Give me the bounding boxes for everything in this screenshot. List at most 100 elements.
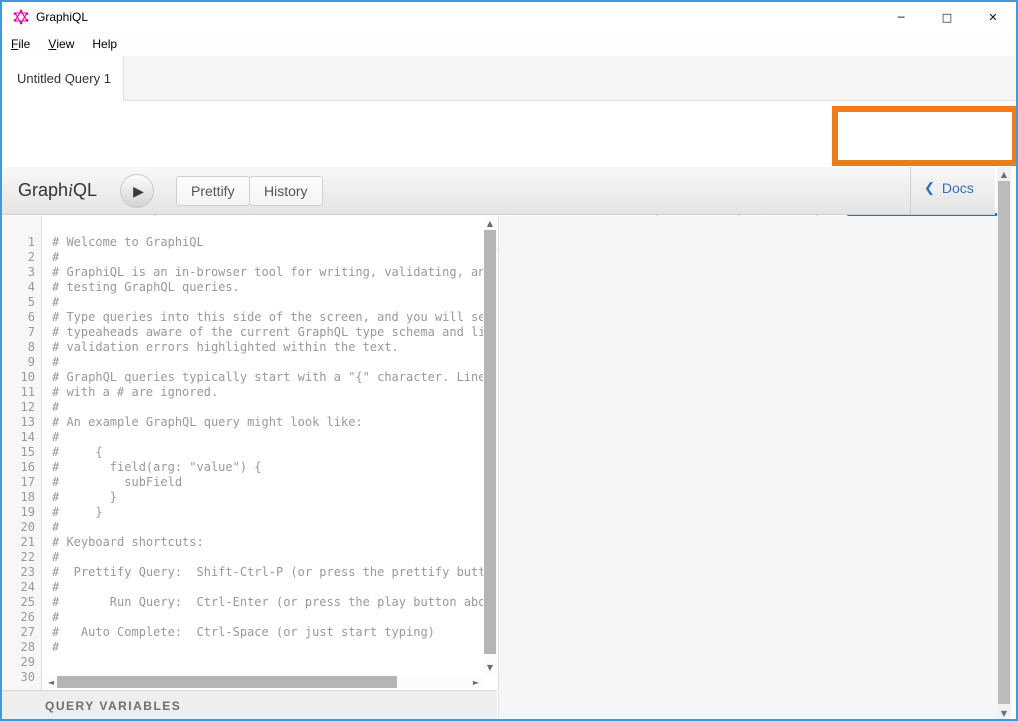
editor-line-number: 10: [2, 370, 35, 385]
close-button[interactable]: ✕: [970, 2, 1016, 32]
editor-line: #: [52, 250, 483, 265]
editor-line: # validation errors highlighted within t…: [52, 340, 483, 355]
editor-line: #: [52, 610, 483, 625]
menu-file[interactable]: File: [2, 32, 39, 56]
history-button[interactable]: History: [249, 176, 323, 206]
editor-line: #: [52, 640, 483, 655]
editor-line-number: 22: [2, 550, 35, 565]
execute-query-button[interactable]: ▶: [120, 174, 154, 208]
query-editor-code[interactable]: # Welcome to GraphiQL## GraphiQL is an i…: [52, 235, 483, 690]
graphql-logo-icon: [13, 9, 29, 25]
editor-line-number: 18: [2, 490, 35, 505]
minimize-button[interactable]: ─: [878, 2, 924, 32]
prettify-button[interactable]: Prettify: [176, 176, 250, 206]
result-pane: [498, 216, 997, 721]
scroll-left-icon[interactable]: ◄: [44, 678, 58, 687]
menu-help[interactable]: Help: [83, 32, 126, 56]
main-vertical-scrollbar[interactable]: ▲ ▼: [997, 167, 1011, 721]
editor-line-number: 6: [2, 310, 35, 325]
editor-line-number: 24: [2, 580, 35, 595]
editor-line: # with a # are ignored.: [52, 385, 483, 400]
chevron-left-icon: ❮: [924, 180, 935, 196]
query-editor-pane[interactable]: 1234567891011121314151617181920212223242…: [2, 216, 497, 721]
editor-line: #: [52, 295, 483, 310]
editor-hscroll-thumb[interactable]: [57, 676, 397, 688]
editor-line-number: 17: [2, 475, 35, 490]
window-title: GraphiQL: [36, 10, 88, 24]
editor-line-number: 29: [2, 655, 35, 670]
editor-line: # testing GraphQL queries.: [52, 280, 483, 295]
editor-line-number: 14: [2, 430, 35, 445]
scroll-down-icon[interactable]: ▼: [483, 663, 497, 672]
editor-line: #: [52, 355, 483, 370]
editor-line: # field(arg: "value") {: [52, 460, 483, 475]
editor-line-number: 2: [2, 250, 35, 265]
editor-line-number: 28: [2, 640, 35, 655]
editor-line: # Prettify Query: Shift-Ctrl-P (or press…: [52, 565, 483, 580]
editor-line-number: 5: [2, 295, 35, 310]
editor-line-number: 27: [2, 625, 35, 640]
query-variables-header[interactable]: QUERY VARIABLES: [2, 690, 497, 721]
editor-line: # typeaheads aware of the current GraphQ…: [52, 325, 483, 340]
editor-line: #: [52, 400, 483, 415]
line-number-gutter: 1234567891011121314151617181920212223242…: [2, 216, 42, 690]
editor-line: # An example GraphQL query might look li…: [52, 415, 483, 430]
tab-bar: Untitled Query 1: [2, 56, 1016, 101]
editor-line: # subField: [52, 475, 483, 490]
main-vscroll-thumb[interactable]: [998, 181, 1010, 704]
editor-line: # Auto Complete: Ctrl-Space (or just sta…: [52, 625, 483, 640]
editor-line-number: 15: [2, 445, 35, 460]
editor-line: # Keyboard shortcuts:: [52, 535, 483, 550]
scroll-down-icon[interactable]: ▼: [997, 709, 1011, 718]
editor-line: # Run Query: Ctrl-Enter (or press the pl…: [52, 595, 483, 610]
endpoint-row: GraphQL Endpoint Method POST ▾ Edit HTTP…: [2, 101, 1016, 167]
line-numbers: 1234567891011121314151617181920212223242…: [2, 235, 35, 685]
toolbar-divider: [910, 167, 911, 214]
tab-untitled-query[interactable]: Untitled Query 1: [2, 56, 124, 101]
editor-line-number: 1: [2, 235, 35, 250]
editor-line: # }: [52, 505, 483, 520]
editor-line-number: 13: [2, 415, 35, 430]
app-window: GraphiQL ─ □ ✕ File View Help Untitled Q…: [0, 0, 1018, 721]
editor-line-number: 25: [2, 595, 35, 610]
title-bar: GraphiQL ─ □ ✕: [2, 2, 1016, 32]
editor-line-number: 16: [2, 460, 35, 475]
scroll-right-icon[interactable]: ►: [469, 678, 483, 687]
scroll-up-icon[interactable]: ▲: [483, 219, 497, 228]
editor-line-number: 8: [2, 340, 35, 355]
graphiql-toolbar: GraphiQL ▶ Prettify History ❮ Docs: [2, 167, 995, 215]
editor-line: #: [52, 550, 483, 565]
editor-line: #: [52, 580, 483, 595]
editor-line: # {: [52, 445, 483, 460]
editor-line: [52, 655, 483, 670]
menu-bar: File View Help: [2, 32, 1016, 56]
editor-line: # Welcome to GraphiQL: [52, 235, 483, 250]
menu-view[interactable]: View: [39, 32, 83, 56]
editor-line-number: 30: [2, 670, 35, 685]
play-icon: ▶: [133, 183, 144, 200]
scroll-up-icon[interactable]: ▲: [997, 170, 1011, 179]
docs-toggle-button[interactable]: ❮ Docs: [924, 180, 974, 196]
editor-line-number: 11: [2, 385, 35, 400]
docs-label: Docs: [942, 180, 974, 196]
window-controls: ─ □ ✕: [878, 2, 1016, 32]
editor-line: # Type queries into this side of the scr…: [52, 310, 483, 325]
editor-line-number: 20: [2, 520, 35, 535]
editor-line-number: 19: [2, 505, 35, 520]
editor-line: # GraphiQL is an in-browser tool for wri…: [52, 265, 483, 280]
editor-line: #: [52, 430, 483, 445]
graphiql-logo-text: GraphiQL: [18, 180, 97, 201]
editor-line-number: 7: [2, 325, 35, 340]
editor-line-number: 9: [2, 355, 35, 370]
editor-line-number: 23: [2, 565, 35, 580]
editor-scrollbar-corner: [483, 675, 497, 689]
editor-vscroll-thumb[interactable]: [484, 230, 496, 654]
query-variables-title: QUERY VARIABLES: [45, 699, 181, 713]
editor-horizontal-scrollbar[interactable]: ◄ ►: [44, 675, 483, 689]
maximize-button[interactable]: □: [924, 2, 970, 32]
editor-line-number: 4: [2, 280, 35, 295]
editor-line: #: [52, 520, 483, 535]
editor-line-number: 3: [2, 265, 35, 280]
editor-line-number: 26: [2, 610, 35, 625]
editor-vertical-scrollbar[interactable]: ▲ ▼: [483, 216, 497, 675]
